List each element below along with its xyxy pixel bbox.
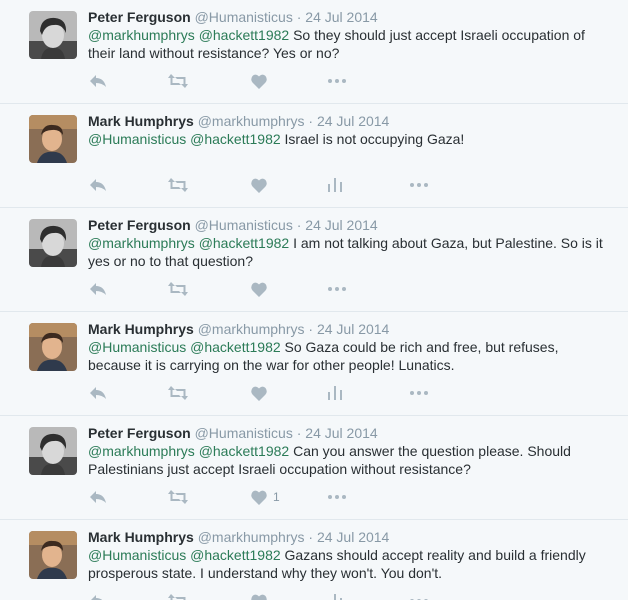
tweet-header: Mark Humphrys @markhumphrys · 24 Jul 201… bbox=[88, 320, 389, 338]
display-name[interactable]: Mark Humphrys bbox=[88, 321, 194, 337]
more-icon[interactable] bbox=[410, 175, 428, 195]
stats-icon[interactable] bbox=[328, 175, 342, 195]
screen-name[interactable]: @markhumphrys bbox=[198, 321, 305, 337]
heart-icon[interactable] bbox=[251, 383, 267, 403]
reply-icon[interactable] bbox=[89, 279, 107, 299]
heart-icon[interactable] bbox=[251, 71, 267, 91]
tweet-header: Mark Humphrys @markhumphrys · 24 Jul 201… bbox=[88, 528, 389, 546]
display-name[interactable]: Mark Humphrys bbox=[88, 113, 194, 129]
tweet[interactable]: Mark Humphrys @markhumphrys · 24 Jul 201… bbox=[0, 520, 628, 600]
timestamp[interactable]: 24 Jul 2014 bbox=[317, 321, 389, 337]
tweet-text: @markhumphrys @hackett1982 I am not talk… bbox=[88, 234, 608, 270]
timestamp[interactable]: 24 Jul 2014 bbox=[317, 529, 389, 545]
retweet-icon[interactable] bbox=[168, 279, 188, 299]
reply-icon[interactable] bbox=[89, 591, 107, 600]
avatar[interactable] bbox=[29, 219, 77, 267]
separator: · bbox=[296, 425, 302, 441]
mention-link[interactable]: @hackett1982 bbox=[190, 339, 281, 355]
display-name[interactable]: Mark Humphrys bbox=[88, 529, 194, 545]
heart-icon[interactable] bbox=[251, 175, 267, 195]
tweet-header: Peter Ferguson @Humanisticus · 24 Jul 20… bbox=[88, 424, 378, 442]
tweet[interactable]: Peter Ferguson @Humanisticus · 24 Jul 20… bbox=[0, 208, 628, 312]
mention-link[interactable]: @markhumphrys bbox=[88, 235, 195, 251]
tweet[interactable]: Peter Ferguson @Humanisticus · 24 Jul 20… bbox=[0, 416, 628, 520]
more-icon[interactable] bbox=[410, 383, 428, 403]
tweet-text: @Humanisticus @hackett1982 So Gaza could… bbox=[88, 338, 608, 374]
tweet[interactable]: Mark Humphrys @markhumphrys · 24 Jul 201… bbox=[0, 104, 628, 208]
tweet-actions bbox=[88, 175, 428, 195]
tweet-actions bbox=[88, 383, 428, 403]
heart-icon[interactable] bbox=[251, 279, 267, 299]
tweet-header: Peter Ferguson @Humanisticus · 24 Jul 20… bbox=[88, 216, 378, 234]
screen-name[interactable]: @Humanisticus bbox=[195, 9, 293, 25]
avatar[interactable] bbox=[29, 115, 77, 163]
separator: · bbox=[308, 113, 314, 129]
reply-icon[interactable] bbox=[89, 175, 107, 195]
avatar[interactable] bbox=[29, 323, 77, 371]
favorite-count: 1 bbox=[273, 490, 280, 504]
mention-link[interactable]: @hackett1982 bbox=[190, 547, 281, 563]
stats-icon[interactable] bbox=[328, 383, 342, 403]
timestamp[interactable]: 24 Jul 2014 bbox=[305, 425, 377, 441]
tweet-text: @markhumphrys @hackett1982 So they shoul… bbox=[88, 26, 608, 62]
timestamp[interactable]: 24 Jul 2014 bbox=[305, 9, 377, 25]
display-name[interactable]: Peter Ferguson bbox=[88, 425, 191, 441]
tweet-header: Peter Ferguson @Humanisticus · 24 Jul 20… bbox=[88, 8, 378, 26]
more-icon[interactable] bbox=[328, 487, 346, 507]
mention-link[interactable]: @hackett1982 bbox=[199, 235, 290, 251]
tweet-text: @Humanisticus @hackett1982 Gazans should… bbox=[88, 546, 608, 582]
retweet-icon[interactable] bbox=[168, 487, 188, 507]
tweet-text: @markhumphrys @hackett1982 Can you answe… bbox=[88, 442, 608, 478]
heart-icon[interactable]: 1 bbox=[251, 487, 280, 507]
tweet-text: @Humanisticus @hackett1982 Israel is not… bbox=[88, 130, 608, 148]
mention-link[interactable]: @hackett1982 bbox=[190, 131, 281, 147]
reply-icon[interactable] bbox=[89, 383, 107, 403]
mention-link[interactable]: @Humanisticus bbox=[88, 131, 186, 147]
reply-icon[interactable] bbox=[89, 71, 107, 91]
timestamp[interactable]: 24 Jul 2014 bbox=[317, 113, 389, 129]
screen-name[interactable]: @Humanisticus bbox=[195, 425, 293, 441]
screen-name[interactable]: @markhumphrys bbox=[198, 529, 305, 545]
heart-icon[interactable] bbox=[251, 591, 267, 600]
separator: · bbox=[308, 529, 314, 545]
retweet-icon[interactable] bbox=[168, 383, 188, 403]
avatar[interactable] bbox=[29, 531, 77, 579]
mention-link[interactable]: @hackett1982 bbox=[199, 443, 290, 459]
tweet-body-text: Israel is not occupying Gaza! bbox=[284, 131, 465, 147]
tweet-actions bbox=[88, 279, 388, 299]
mention-link[interactable]: @hackett1982 bbox=[199, 27, 290, 43]
tweet-actions bbox=[88, 591, 428, 600]
retweet-icon[interactable] bbox=[168, 71, 188, 91]
separator: · bbox=[296, 9, 302, 25]
mention-link[interactable]: @Humanisticus bbox=[88, 547, 186, 563]
mention-link[interactable]: @markhumphrys bbox=[88, 27, 195, 43]
more-icon[interactable] bbox=[410, 591, 428, 600]
reply-icon[interactable] bbox=[89, 487, 107, 507]
display-name[interactable]: Peter Ferguson bbox=[88, 217, 191, 233]
mention-link[interactable]: @markhumphrys bbox=[88, 443, 195, 459]
separator: · bbox=[296, 217, 302, 233]
tweet-header: Mark Humphrys @markhumphrys · 24 Jul 201… bbox=[88, 112, 389, 130]
tweet[interactable]: Mark Humphrys @markhumphrys · 24 Jul 201… bbox=[0, 312, 628, 416]
screen-name[interactable]: @Humanisticus bbox=[195, 217, 293, 233]
timeline: Peter Ferguson @Humanisticus · 24 Jul 20… bbox=[0, 0, 628, 600]
more-icon[interactable] bbox=[328, 71, 346, 91]
retweet-icon[interactable] bbox=[168, 591, 188, 600]
screen-name[interactable]: @markhumphrys bbox=[198, 113, 305, 129]
stats-icon[interactable] bbox=[328, 591, 342, 600]
avatar[interactable] bbox=[29, 427, 77, 475]
more-icon[interactable] bbox=[328, 279, 346, 299]
tweet-actions: 1 bbox=[88, 487, 388, 507]
tweet-actions bbox=[88, 71, 388, 91]
mention-link[interactable]: @Humanisticus bbox=[88, 339, 186, 355]
display-name[interactable]: Peter Ferguson bbox=[88, 9, 191, 25]
tweet[interactable]: Peter Ferguson @Humanisticus · 24 Jul 20… bbox=[0, 0, 628, 104]
retweet-icon[interactable] bbox=[168, 175, 188, 195]
avatar[interactable] bbox=[29, 11, 77, 59]
separator: · bbox=[308, 321, 314, 337]
timestamp[interactable]: 24 Jul 2014 bbox=[305, 217, 377, 233]
